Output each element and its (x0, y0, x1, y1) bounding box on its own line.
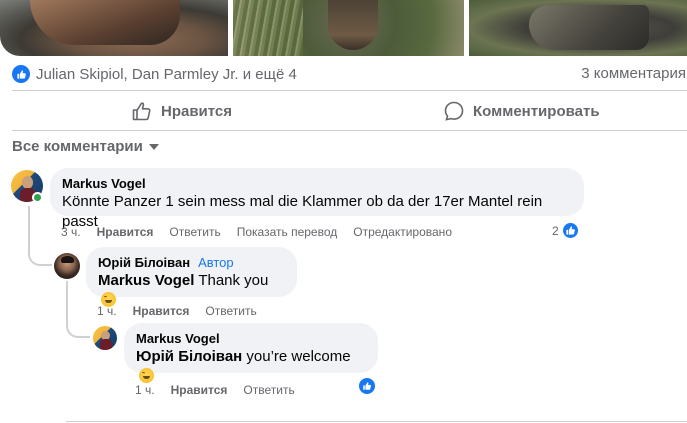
comment-like-link[interactable]: Нравится (133, 304, 190, 318)
post-photo-1[interactable] (0, 0, 228, 56)
comment-reaction-count[interactable]: 2 (552, 222, 579, 239)
like-button-label: Нравится (161, 102, 233, 120)
comment-button-label: Комментировать (473, 102, 600, 120)
relieved-face-emoji-icon (139, 368, 154, 383)
comment-actions: 1 ч. Нравится Ответить (135, 383, 311, 397)
author-badge: Автор (198, 255, 234, 270)
reaction-count-value: 2 (552, 223, 559, 238)
post-photo-2[interactable] (233, 0, 464, 56)
divider (12, 130, 687, 131)
post-photo-3[interactable] (469, 0, 687, 56)
comment-like-link[interactable]: Нравится (97, 225, 154, 239)
comment-reply-link[interactable]: Ответить (243, 383, 294, 397)
comment-edited-label[interactable]: Отредактировано (353, 225, 452, 239)
post-photo-strip (0, 0, 687, 56)
comment-bubble: Markus Vogel Könnte Panzer 1 sein mess m… (50, 168, 584, 230)
like-icon[interactable] (358, 377, 376, 395)
comment-translate-link[interactable]: Показать перевод (237, 225, 338, 239)
comments-filter-dropdown[interactable]: Все комментарии (12, 138, 159, 155)
comment-author[interactable]: Markus Vogel (62, 176, 572, 192)
comment-actions: 1 ч. Нравится Ответить (97, 304, 273, 318)
thread-line (66, 281, 68, 321)
thread-connector (66, 316, 90, 338)
comment-text: you’re welcome (246, 348, 351, 365)
like-button[interactable]: Нравится (132, 97, 232, 125)
like-icon (12, 65, 30, 83)
comment-count[interactable]: 3 комментария (581, 65, 686, 82)
speech-bubble-icon (444, 101, 464, 121)
comment-author[interactable]: Юрій Білоіван (98, 255, 190, 270)
comment-author[interactable]: Markus Vogel (136, 331, 366, 347)
reactions-summary[interactable]: Julian Skipiol, Dan Parmley Jr. и ещё 4 (12, 63, 297, 85)
comment-like-link[interactable]: Нравится (171, 383, 228, 397)
comment-time[interactable]: 3 ч. (61, 225, 81, 239)
comment-bubble: Markus Vogel Юрій Білоіван you’re welcom… (124, 323, 378, 383)
thumbs-up-icon (132, 102, 151, 121)
comment-button[interactable]: Комментировать (444, 97, 600, 125)
comment-text: Thank you (198, 272, 269, 289)
reactors-text[interactable]: Julian Skipiol, Dan Parmley Jr. и ещё 4 (36, 66, 297, 83)
comment-reply-link[interactable]: Ответить (169, 225, 220, 239)
online-status-dot (32, 192, 43, 203)
comment-bubble: Юрій Білоіван Автор Markus Vogel Thank yo… (86, 247, 297, 307)
divider (66, 421, 687, 422)
divider (12, 90, 687, 91)
comment-mention[interactable]: Markus Vogel (98, 272, 194, 289)
comment-time[interactable]: 1 ч. (97, 304, 117, 318)
avatar[interactable] (93, 326, 117, 350)
comments-filter-label: Все комментарии (12, 138, 143, 155)
caret-down-icon (148, 143, 159, 150)
comment-mention[interactable]: Юрій Білоіван (136, 348, 242, 365)
comment-actions: 3 ч. Нравится Ответить Показать перевод … (61, 225, 468, 239)
comment-time[interactable]: 1 ч. (135, 383, 155, 397)
comment-reply-link[interactable]: Ответить (205, 304, 256, 318)
avatar[interactable] (54, 253, 80, 279)
thread-connector (28, 246, 52, 266)
like-icon (561, 222, 579, 239)
